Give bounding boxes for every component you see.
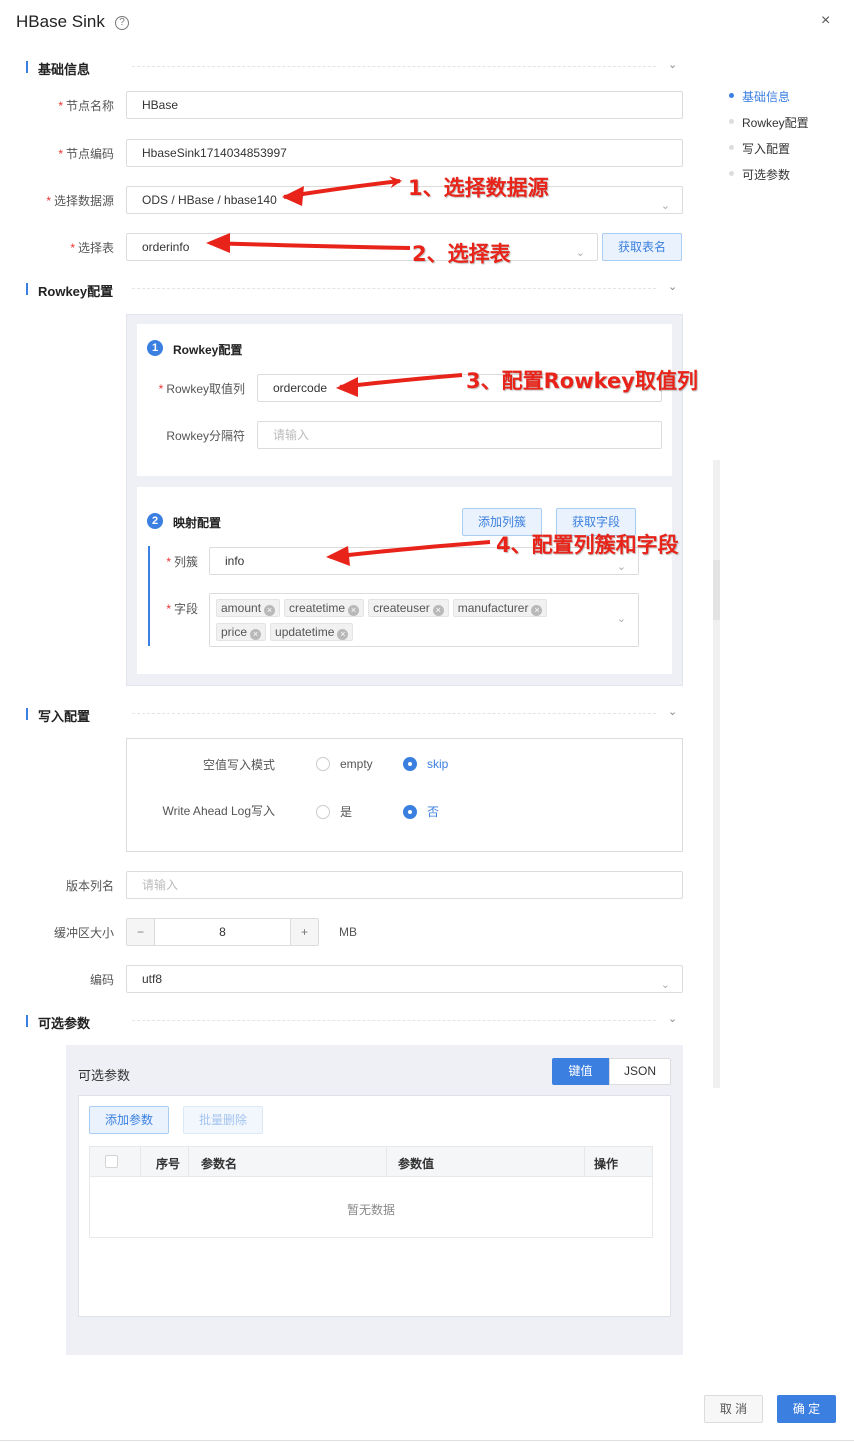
annotation-arrow-3 xyxy=(339,373,463,389)
annotation-3: 3、配置Rowkey取值列 xyxy=(466,369,698,393)
annotation-4: 4、配置列簇和字段 xyxy=(496,533,679,557)
arrowhead-1 xyxy=(282,186,304,206)
annotation-arrow-4 xyxy=(329,540,491,559)
arrowhead-4 xyxy=(326,546,350,566)
arrowhead-2 xyxy=(206,233,230,253)
annotation-arrows xyxy=(206,176,491,566)
arrowhead-3 xyxy=(336,377,358,397)
annotation-arrow-2 xyxy=(209,241,411,250)
annotation-2: 2、选择表 xyxy=(412,242,511,266)
annotation-1: 1、选择数据源 xyxy=(408,176,549,200)
